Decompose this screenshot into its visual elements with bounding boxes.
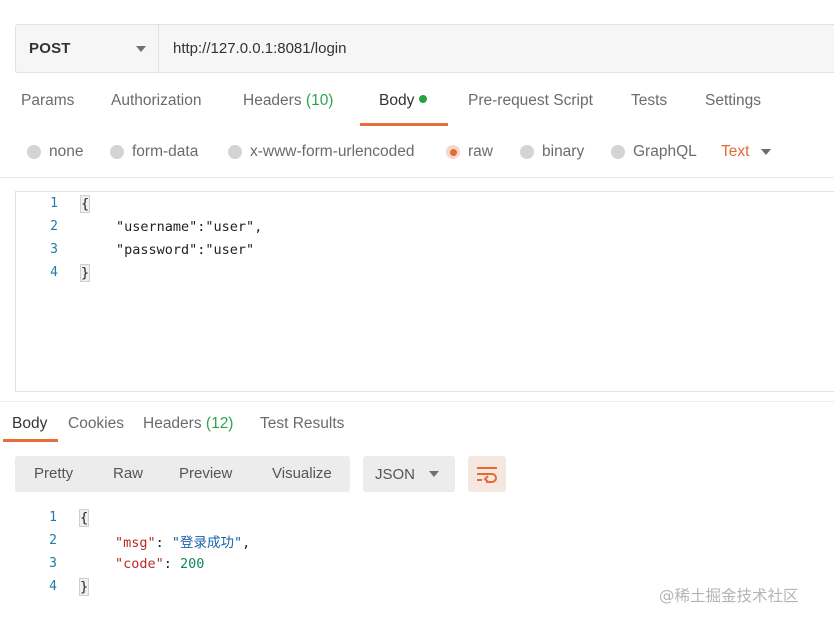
response-format-label: JSON (375, 465, 416, 483)
tab-headers[interactable]: Headers (10) (243, 92, 333, 110)
line-number: 4 (50, 265, 58, 280)
radio-graphql[interactable]: GraphQL (611, 143, 697, 161)
json-key: "msg" (115, 534, 156, 551)
radio-urlencoded-label: x-www-form-urlencoded (250, 143, 415, 160)
radio-selected-icon (446, 145, 460, 159)
code-line: 3 "code": 200 (15, 552, 834, 575)
json-key: "username" (116, 218, 198, 235)
headers-count: (10) (305, 92, 334, 109)
json-string: "user" (205, 218, 255, 235)
tab-headers-label: Headers (243, 92, 302, 109)
active-tab-indicator (360, 123, 448, 126)
code-line: 2 "username":"user", (16, 215, 834, 238)
code-line: 3 "password":"user" (16, 238, 834, 261)
active-tab-indicator (3, 439, 58, 442)
radio-form-data-label: form-data (132, 143, 199, 160)
radio-raw-label: raw (468, 143, 493, 160)
body-type-options: none form-data x-www-form-urlencoded raw… (0, 141, 834, 165)
code-text: "username":"user", (116, 219, 262, 235)
line-number: 2 (50, 219, 58, 234)
code-text: { (78, 508, 90, 527)
request-bar: POST http://127.0.0.1:8081/login (15, 24, 834, 73)
wrap-lines-icon (477, 467, 497, 483)
radio-none[interactable]: none (27, 143, 83, 161)
response-view-modes: Pretty Raw Preview Visualize (15, 456, 350, 492)
radio-urlencoded[interactable]: x-www-form-urlencoded (228, 143, 415, 161)
line-number: 1 (49, 510, 57, 525)
tab-response-body[interactable]: Body (12, 415, 47, 433)
tab-prerequest-script[interactable]: Pre-request Script (468, 92, 593, 110)
code-line: 1 { (16, 192, 834, 215)
radio-binary[interactable]: binary (520, 143, 584, 161)
code-text: "msg": "登录成功", (115, 531, 250, 551)
chevron-down-icon (761, 149, 772, 155)
raw-format-select[interactable]: Text (721, 143, 772, 161)
preview-button[interactable]: Preview (179, 465, 232, 482)
dot-indicator-icon (419, 95, 428, 103)
chevron-down-icon (136, 45, 146, 52)
line-number: 3 (50, 242, 58, 257)
tab-authorization[interactable]: Authorization (111, 92, 201, 110)
code-line: 1 { (15, 506, 834, 529)
line-number: 4 (49, 579, 57, 594)
line-number: 3 (49, 556, 57, 571)
json-key: "code" (115, 555, 164, 572)
divider (0, 177, 834, 178)
line-number: 1 (50, 196, 58, 211)
tab-settings[interactable]: Settings (705, 92, 761, 110)
radio-binary-label: binary (542, 143, 585, 160)
tab-params[interactable]: Params (21, 92, 74, 110)
code-line: 4 } (16, 261, 834, 284)
raw-format-label: Text (721, 143, 750, 160)
tab-response-headers-label: Headers (143, 415, 202, 432)
line-number: 2 (49, 533, 57, 548)
code-text: { (79, 194, 91, 213)
radio-icon (110, 145, 124, 159)
radio-icon (228, 145, 242, 159)
radio-raw[interactable]: raw (446, 143, 493, 161)
json-sep: : (155, 534, 172, 551)
radio-form-data[interactable]: form-data (110, 143, 198, 161)
json-key: "password" (116, 241, 198, 258)
code-text: } (78, 577, 90, 596)
visualize-button[interactable]: Visualize (272, 465, 332, 482)
json-string: "登录成功" (171, 534, 243, 551)
raw-button[interactable]: Raw (113, 465, 143, 482)
radio-icon (520, 145, 534, 159)
wrap-lines-button[interactable] (468, 456, 506, 492)
divider (0, 401, 834, 402)
tab-body-label: Body (379, 92, 415, 109)
tab-response-headers[interactable]: Headers (12) (143, 415, 233, 433)
tab-body[interactable]: Body (379, 92, 428, 110)
json-sep: : (163, 555, 181, 572)
tab-tests[interactable]: Tests (631, 92, 667, 110)
json-number: 200 (180, 555, 205, 572)
radio-icon (27, 145, 41, 159)
code-text: "password":"user" (116, 242, 254, 258)
radio-none-label: none (49, 143, 84, 160)
code-text: "code": 200 (115, 556, 204, 572)
code-line: 2 "msg": "登录成功", (15, 529, 834, 552)
json-comma: , (254, 218, 263, 235)
chevron-down-icon (429, 471, 440, 477)
code-text: } (79, 263, 91, 282)
json-string: "user" (205, 241, 255, 258)
json-comma: , (242, 534, 251, 551)
response-tabs: Body Cookies Headers (12) Test Results (0, 413, 834, 443)
url-input[interactable]: http://127.0.0.1:8081/login (159, 25, 834, 72)
headers-count: (12) (205, 415, 234, 432)
method-label: POST (29, 40, 71, 57)
radio-icon (611, 145, 625, 159)
watermark: @稀土掘金技术社区 (659, 587, 799, 605)
pretty-button[interactable]: Pretty (34, 465, 73, 482)
tab-cookies[interactable]: Cookies (68, 415, 124, 433)
request-tabs: Params Authorization Headers (10) Body P… (0, 92, 834, 128)
tab-test-results[interactable]: Test Results (260, 415, 344, 433)
request-body-editor[interactable]: 1 { 2 "username":"user", 3 "password":"u… (15, 191, 834, 392)
response-format-select[interactable]: JSON (363, 456, 455, 492)
method-select[interactable]: POST (16, 25, 159, 72)
radio-graphql-label: GraphQL (633, 143, 697, 160)
